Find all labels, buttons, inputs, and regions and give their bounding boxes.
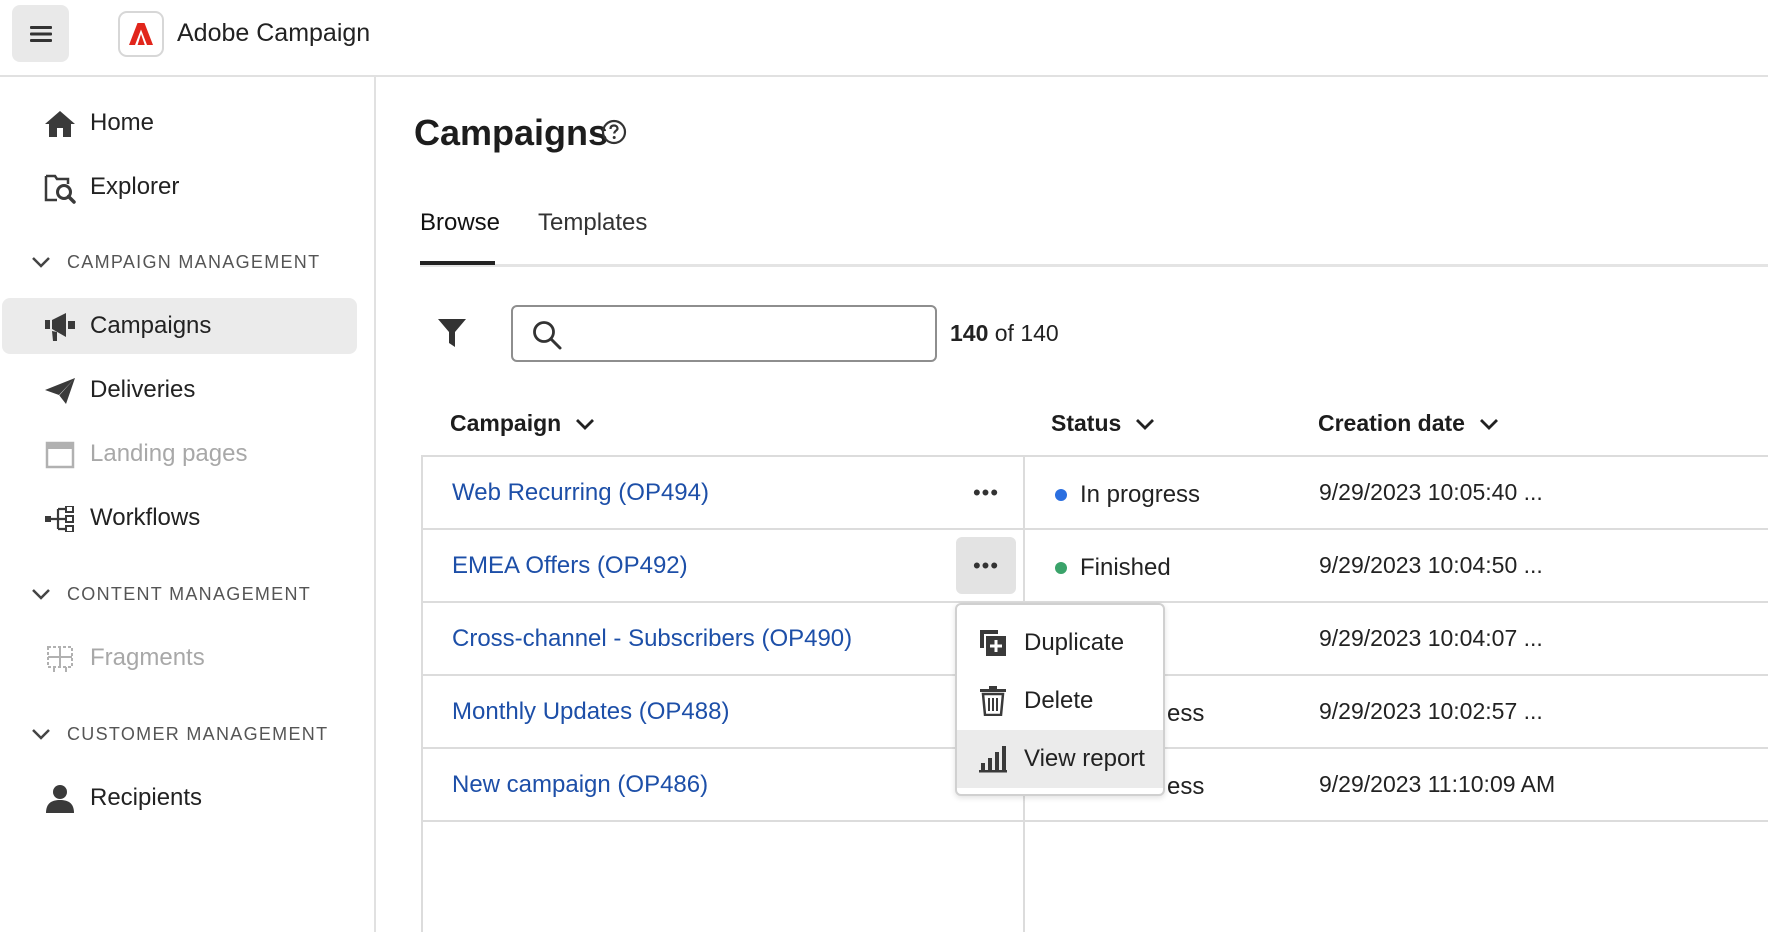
paper-plane-icon — [44, 375, 76, 407]
section-campaign-management[interactable]: CAMPAIGN MANAGEMENT — [30, 247, 320, 277]
workflow-icon — [44, 503, 76, 535]
column-header-status[interactable]: Status — [1051, 410, 1155, 437]
sidebar-item-fragments[interactable]: Fragments — [2, 630, 357, 686]
filter-icon[interactable] — [436, 317, 468, 349]
help-icon[interactable] — [601, 119, 627, 145]
status-cell: ess — [1167, 700, 1204, 728]
creation-date-cell: 9/29/2023 11:10:09 AM — [1319, 771, 1556, 797]
tab-browse[interactable]: Browse — [420, 209, 500, 237]
column-header-label: Campaign — [450, 410, 562, 436]
sidebar-item-label: Recipients — [90, 784, 203, 811]
more-actions-button[interactable]: ••• — [956, 537, 1016, 594]
table-row[interactable]: Web Recurring (OP494) ••• In progress 9/… — [423, 457, 1768, 530]
sidebar-item-label: Deliveries — [90, 376, 196, 403]
page-title: Campaigns — [414, 112, 609, 153]
sidebar: Home Explorer CAMPAIGN MANAGEMENT Campai… — [0, 77, 376, 932]
status-cell: In progress — [1055, 481, 1200, 509]
duplicate-icon — [978, 628, 1008, 658]
menu-item-delete[interactable]: Delete — [957, 672, 1163, 730]
sidebar-item-landing-pages[interactable]: Landing pages — [2, 426, 357, 482]
main-content: Campaigns Browse Templates 140 of 140 Ca… — [378, 77, 1768, 932]
status-dot-finished — [1055, 562, 1067, 574]
status-dot-in-progress — [1055, 489, 1067, 501]
campaign-link[interactable]: Web Recurring (OP494) — [452, 479, 709, 507]
menu-toggle-button[interactable] — [12, 5, 69, 62]
creation-date-cell: 9/29/2023 10:04:50 ... — [1319, 552, 1543, 578]
adobe-logo[interactable] — [118, 11, 164, 57]
menu-item-label: View report — [1024, 745, 1145, 772]
table-row[interactable]: EMEA Offers (OP492) ••• Finished 9/29/20… — [423, 530, 1768, 603]
sidebar-item-home[interactable]: Home — [2, 95, 357, 151]
chevron-down-icon — [1479, 418, 1498, 430]
menu-item-view-report[interactable]: View report — [957, 730, 1163, 788]
megaphone-icon — [44, 311, 76, 343]
section-customer-management[interactable]: CUSTOMER MANAGEMENT — [30, 719, 328, 749]
active-tab-indicator — [420, 261, 495, 265]
sidebar-item-campaigns[interactable]: Campaigns — [2, 298, 357, 354]
chevron-down-icon — [32, 729, 50, 740]
column-header-label: Status — [1051, 410, 1122, 436]
hamburger-icon — [29, 25, 52, 42]
campaign-link[interactable]: EMEA Offers (OP492) — [452, 552, 688, 580]
creation-date-cell: 9/29/2023 10:04:07 ... — [1319, 625, 1543, 651]
creation-date-cell: 9/29/2023 10:05:40 ... — [1319, 479, 1543, 505]
column-header-campaign[interactable]: Campaign — [450, 410, 595, 437]
section-content-management[interactable]: CONTENT MANAGEMENT — [30, 579, 311, 609]
status-label: In progress — [1080, 481, 1201, 508]
status-cell: ess — [1167, 773, 1204, 801]
menu-item-label: Delete — [1024, 687, 1094, 714]
status-cell: Finished — [1055, 554, 1171, 582]
sidebar-item-workflows[interactable]: Workflows — [2, 490, 357, 546]
sidebar-item-label: Explorer — [90, 173, 180, 200]
chevron-down-icon — [576, 418, 595, 430]
tab-templates[interactable]: Templates — [538, 209, 647, 237]
sidebar-item-label: Campaigns — [90, 312, 212, 339]
sidebar-item-label: Landing pages — [90, 440, 248, 467]
landing-page-icon — [44, 439, 76, 471]
result-count-shown: 140 — [950, 320, 989, 346]
sidebar-item-label: Fragments — [90, 644, 205, 671]
sidebar-item-label: Home — [90, 109, 155, 136]
search-icon — [533, 321, 562, 350]
section-label: CONTENT MANAGEMENT — [67, 583, 312, 604]
fragment-icon — [44, 643, 76, 675]
explorer-icon — [44, 172, 76, 204]
campaign-link[interactable]: Cross-channel - Subscribers (OP490) — [452, 625, 852, 653]
campaign-link[interactable]: New campaign (OP486) — [452, 771, 708, 799]
column-header-label: Creation date — [1318, 410, 1465, 436]
column-header-creation-date[interactable]: Creation date — [1318, 410, 1499, 437]
result-count: 140 of 140 — [950, 320, 1059, 347]
status-label: ess — [1167, 773, 1205, 800]
menu-item-label: Duplicate — [1024, 629, 1125, 656]
chevron-down-icon — [32, 257, 50, 268]
sidebar-item-explorer[interactable]: Explorer — [2, 159, 357, 215]
chevron-down-icon — [32, 589, 50, 600]
row-actions-menu: Duplicate Delete View report — [955, 603, 1165, 796]
sidebar-item-deliveries[interactable]: Deliveries — [2, 362, 357, 418]
menu-item-duplicate[interactable]: Duplicate — [957, 614, 1163, 672]
top-bar: Adobe Campaign — [0, 0, 1768, 77]
status-label: ess — [1167, 700, 1205, 727]
sidebar-item-label: Workflows — [90, 504, 201, 531]
creation-date-cell: 9/29/2023 10:02:57 ... — [1319, 698, 1543, 724]
section-label: CUSTOMER MANAGEMENT — [67, 723, 329, 744]
sidebar-item-recipients[interactable]: Recipients — [2, 770, 357, 826]
trash-icon — [978, 686, 1008, 716]
status-label: Finished — [1080, 554, 1171, 581]
bar-chart-icon — [978, 744, 1008, 774]
more-actions-button[interactable]: ••• — [956, 464, 1016, 521]
chevron-down-icon — [1136, 418, 1155, 430]
search-input[interactable] — [511, 305, 937, 362]
user-icon — [44, 783, 76, 815]
result-count-total: of 140 — [988, 320, 1059, 346]
home-icon — [44, 108, 76, 140]
adobe-logo-icon — [129, 23, 153, 45]
tab-bar: Browse Templates — [420, 197, 1768, 267]
app-title: Adobe Campaign — [177, 19, 371, 47]
campaign-link[interactable]: Monthly Updates (OP488) — [452, 698, 729, 726]
section-label: CAMPAIGN MANAGEMENT — [67, 251, 321, 272]
